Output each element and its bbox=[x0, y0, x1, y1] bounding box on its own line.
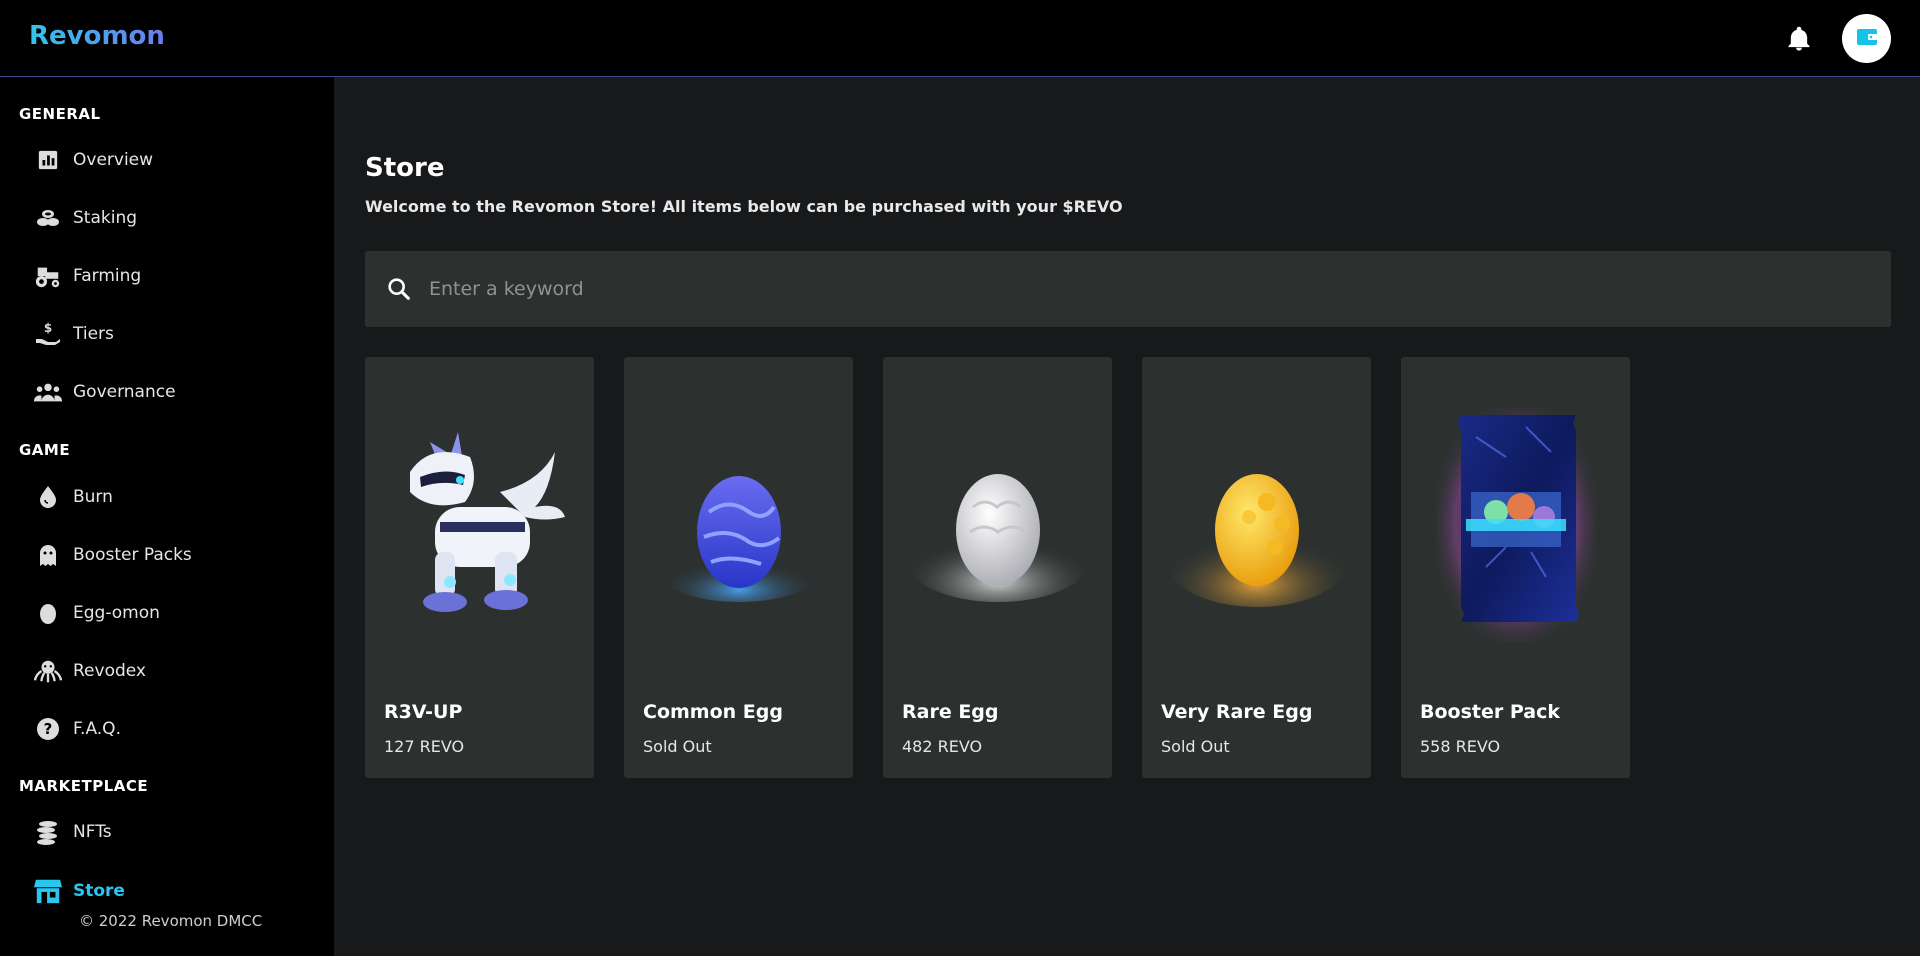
store-card-common-egg[interactable]: Common Egg Sold Out bbox=[624, 357, 853, 778]
booster-pack-image bbox=[1401, 357, 1630, 687]
sidebar-item-burn[interactable]: Burn bbox=[34, 477, 324, 517]
drop-icon bbox=[34, 483, 62, 511]
octopus-icon bbox=[34, 657, 62, 685]
item-price: Sold Out bbox=[1161, 737, 1230, 756]
sidebar-item-label: Burn bbox=[73, 487, 113, 507]
ghost-icon bbox=[34, 541, 62, 569]
wallet-icon bbox=[1855, 25, 1879, 53]
r3v-up-image bbox=[365, 357, 594, 687]
item-price: 482 REVO bbox=[902, 737, 983, 756]
item-name: Rare Egg bbox=[902, 701, 999, 723]
sidebar-item-label: Tiers bbox=[73, 324, 114, 344]
search-input[interactable] bbox=[427, 277, 1891, 301]
very-rare-egg-image bbox=[1142, 357, 1371, 687]
sidebar-item-faq[interactable]: ? F.A.Q. bbox=[34, 709, 324, 749]
coins-stack-icon bbox=[34, 204, 62, 232]
page-title: Store bbox=[365, 153, 445, 183]
sidebar-item-tiers[interactable]: $ Tiers bbox=[34, 314, 324, 354]
main-content: Store Welcome to the Revomon Store! All … bbox=[334, 77, 1920, 956]
store-card-r3v-up[interactable]: R3V-UP 127 REVO bbox=[365, 357, 594, 778]
copyright-text: © 2022 Revomon DMCC bbox=[79, 912, 263, 930]
tractor-icon bbox=[34, 262, 62, 290]
sidebar-item-label: Overview bbox=[73, 150, 154, 170]
svg-text:?: ? bbox=[44, 720, 53, 738]
svg-text:$: $ bbox=[44, 321, 52, 335]
wallet-button[interactable] bbox=[1842, 14, 1891, 63]
top-bar: Revomon bbox=[0, 0, 1920, 77]
sidebar-item-label: Governance bbox=[73, 382, 176, 402]
store-card-rare-egg[interactable]: Rare Egg 482 REVO bbox=[883, 357, 1112, 778]
item-price: Sold Out bbox=[643, 737, 712, 756]
sidebar-item-booster-packs[interactable]: Booster Packs bbox=[34, 535, 324, 575]
store-card-very-rare-egg[interactable]: Very Rare Egg Sold Out bbox=[1142, 357, 1371, 778]
sidebar-item-overview[interactable]: Overview bbox=[34, 140, 324, 180]
sidebar-item-store[interactable]: Store bbox=[34, 871, 324, 911]
bar-chart-icon bbox=[34, 146, 62, 174]
item-name: Very Rare Egg bbox=[1161, 701, 1313, 723]
bell-icon[interactable] bbox=[1785, 24, 1813, 54]
sidebar-item-label: Farming bbox=[73, 266, 142, 286]
section-game: GAME bbox=[19, 441, 71, 459]
egg-icon bbox=[34, 599, 62, 627]
section-marketplace: MARKETPLACE bbox=[19, 777, 149, 795]
sidebar-item-revodex[interactable]: Revodex bbox=[34, 651, 324, 691]
store-card-booster-pack[interactable]: Booster Pack 558 REVO bbox=[1401, 357, 1630, 778]
hand-dollar-icon: $ bbox=[34, 320, 62, 348]
question-icon: ? bbox=[34, 715, 62, 743]
sidebar-item-egg-omon[interactable]: Egg-omon bbox=[34, 593, 324, 633]
page-subtitle: Welcome to the Revomon Store! All items … bbox=[365, 197, 1123, 216]
people-icon bbox=[34, 378, 62, 406]
sidebar-item-label: Booster Packs bbox=[73, 545, 192, 565]
sidebar: GENERAL Overview Staking Farming $ Tiers… bbox=[0, 77, 334, 956]
item-name: Common Egg bbox=[643, 701, 783, 723]
store-icon bbox=[34, 877, 62, 905]
sidebar-item-staking[interactable]: Staking bbox=[34, 198, 324, 238]
sidebar-item-label: Egg-omon bbox=[73, 603, 160, 623]
rare-egg-image bbox=[883, 357, 1112, 687]
common-egg-image bbox=[624, 357, 853, 687]
search-bar[interactable] bbox=[365, 251, 1891, 327]
sidebar-item-governance[interactable]: Governance bbox=[34, 372, 324, 412]
brand-logo[interactable]: Revomon bbox=[29, 21, 165, 51]
sidebar-item-label: F.A.Q. bbox=[73, 719, 121, 739]
sidebar-item-label: Staking bbox=[73, 208, 138, 228]
sidebar-item-label: NFTs bbox=[73, 822, 112, 842]
search-icon bbox=[385, 275, 413, 303]
sidebar-item-farming[interactable]: Farming bbox=[34, 256, 324, 296]
sidebar-item-label: Revodex bbox=[73, 661, 146, 681]
coin-pile-icon bbox=[34, 818, 62, 846]
section-general: GENERAL bbox=[19, 105, 101, 123]
item-name: Booster Pack bbox=[1420, 701, 1560, 723]
sidebar-item-label: Store bbox=[73, 881, 125, 901]
item-price: 558 REVO bbox=[1420, 737, 1501, 756]
item-name: R3V-UP bbox=[384, 701, 463, 723]
item-price: 127 REVO bbox=[384, 737, 465, 756]
sidebar-item-nfts[interactable]: NFTs bbox=[34, 812, 324, 852]
